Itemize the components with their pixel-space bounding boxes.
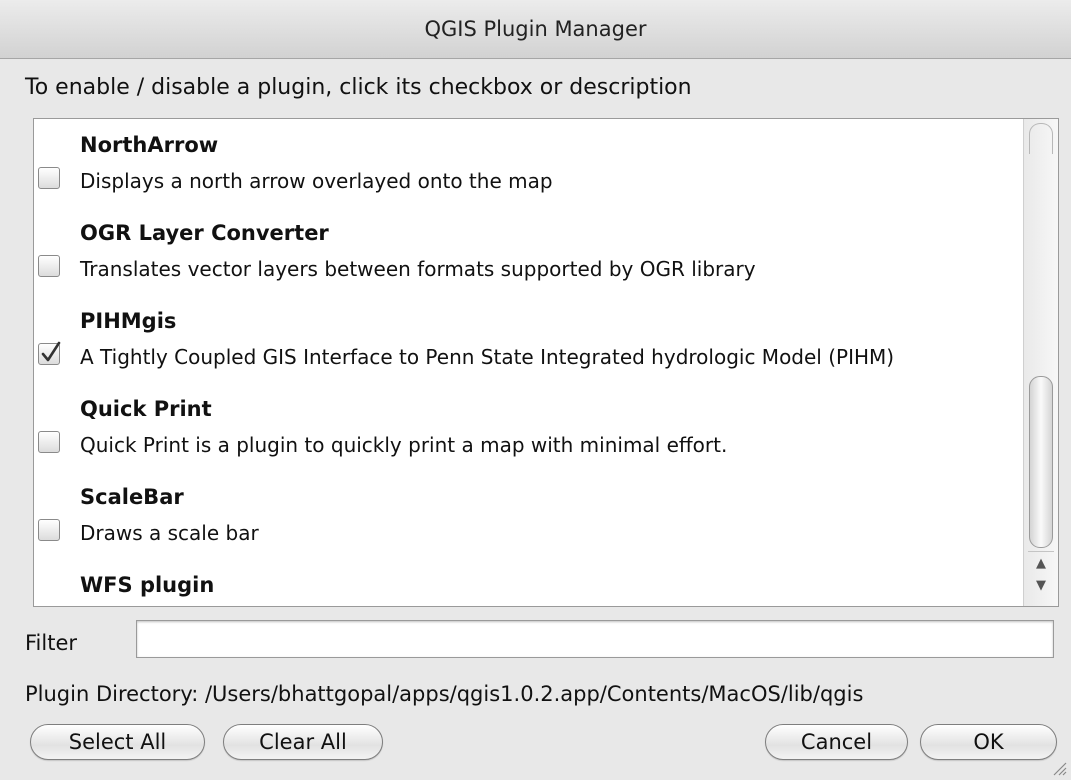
plugin-checkbox[interactable] — [38, 255, 60, 277]
scrollbar-thumb[interactable] — [1029, 376, 1053, 548]
plugin-checkbox[interactable] — [38, 519, 60, 541]
plugin-description[interactable]: Displays a north arrow overlayed onto th… — [80, 169, 553, 193]
plugin-item-quick-print[interactable]: Quick Print Quick Print is a plugin to q… — [34, 383, 1024, 471]
instructions-label: To enable / disable a plugin, click its … — [25, 75, 692, 100]
plugin-list-content: NorthArrow Displays a north arrow overla… — [34, 119, 1024, 606]
clear-all-button[interactable]: Clear All — [223, 724, 383, 760]
scroll-up-arrow-icon[interactable]: ▲ — [1028, 551, 1054, 574]
plugin-item-pihmgis[interactable]: PIHMgis A Tightly Coupled GIS Interface … — [34, 295, 1024, 383]
plugin-checkbox[interactable] — [38, 431, 60, 453]
scrollbar-track-top — [1029, 123, 1053, 154]
select-all-button[interactable]: Select All — [30, 724, 205, 760]
scroll-down-arrow-icon[interactable]: ▼ — [1028, 574, 1054, 596]
plugin-name[interactable]: WFS plugin — [80, 573, 214, 597]
plugin-item-northarrow[interactable]: NorthArrow Displays a north arrow overla… — [34, 119, 1024, 207]
plugin-checkbox[interactable] — [38, 167, 60, 189]
plugin-name[interactable]: ScaleBar — [80, 485, 184, 509]
window-title: QGIS Plugin Manager — [424, 17, 647, 41]
filter-input[interactable] — [136, 620, 1054, 658]
cancel-button[interactable]: Cancel — [765, 724, 908, 760]
vertical-scrollbar[interactable]: ▲ ▼ — [1023, 119, 1058, 606]
plugin-description[interactable]: A Tightly Coupled GIS Interface to Penn … — [80, 345, 894, 369]
resize-grip-icon[interactable] — [1051, 760, 1067, 776]
plugin-item-ogr-layer-converter[interactable]: OGR Layer Converter Translates vector la… — [34, 207, 1024, 295]
plugin-checkbox[interactable] — [38, 341, 61, 365]
plugin-list[interactable]: NorthArrow Displays a north arrow overla… — [33, 118, 1059, 607]
plugin-item-scalebar[interactable]: ScaleBar Draws a scale bar — [34, 471, 1024, 559]
plugin-name[interactable]: Quick Print — [80, 397, 212, 421]
filter-label: Filter — [25, 631, 78, 655]
plugin-name[interactable]: NorthArrow — [80, 133, 218, 157]
plugin-name[interactable]: PIHMgis — [80, 309, 176, 333]
ok-button[interactable]: OK — [920, 724, 1057, 760]
plugin-description[interactable]: Translates vector layers between formats… — [80, 257, 756, 281]
plugin-name[interactable]: OGR Layer Converter — [80, 221, 329, 245]
plugin-directory-label: Plugin Directory: /Users/bhattgopal/apps… — [25, 682, 864, 706]
plugin-description[interactable]: Draws a scale bar — [80, 521, 259, 545]
window-titlebar: QGIS Plugin Manager — [0, 0, 1071, 59]
checkmark-icon — [41, 341, 61, 362]
plugin-item-wfs-plugin[interactable]: WFS plugin — [34, 559, 1024, 606]
plugin-description[interactable]: Quick Print is a plugin to quickly print… — [80, 433, 727, 457]
